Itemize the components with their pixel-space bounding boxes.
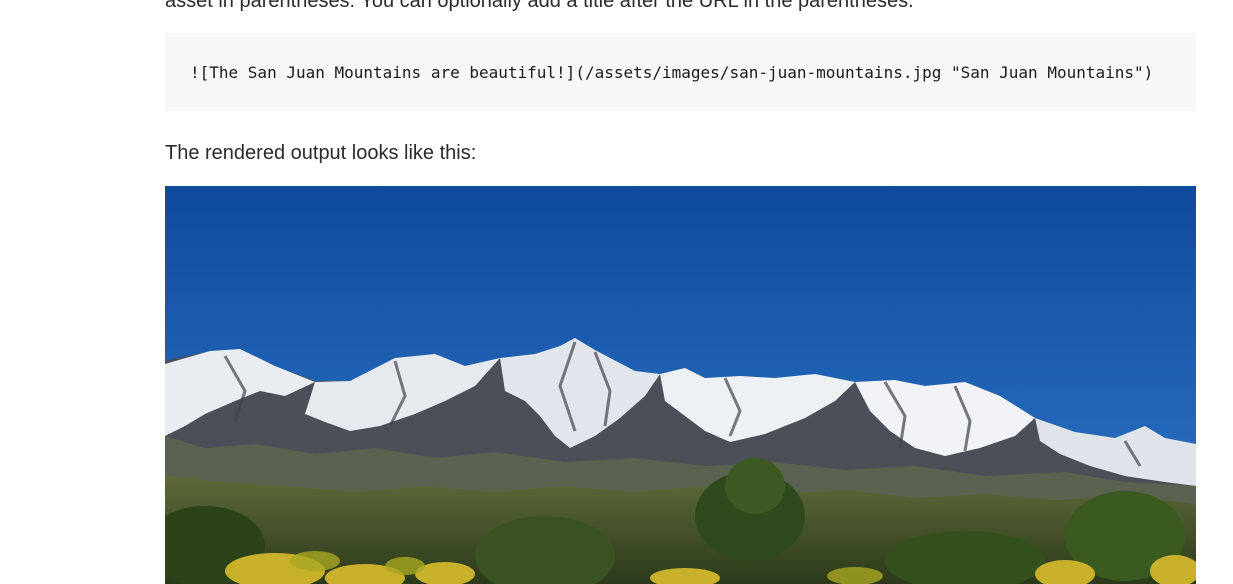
rendered-output-caption: The rendered output looks like this: xyxy=(165,142,477,164)
code-block: ![The San Juan Mountains are beautiful!]… xyxy=(165,33,1196,111)
markdown-image-code: ![The San Juan Mountains are beautiful!]… xyxy=(190,62,1154,82)
intro-text: asset in parentheses. You can optionally… xyxy=(165,0,914,12)
san-juan-mountains-image xyxy=(165,186,1196,584)
rendered-image xyxy=(165,186,1196,584)
